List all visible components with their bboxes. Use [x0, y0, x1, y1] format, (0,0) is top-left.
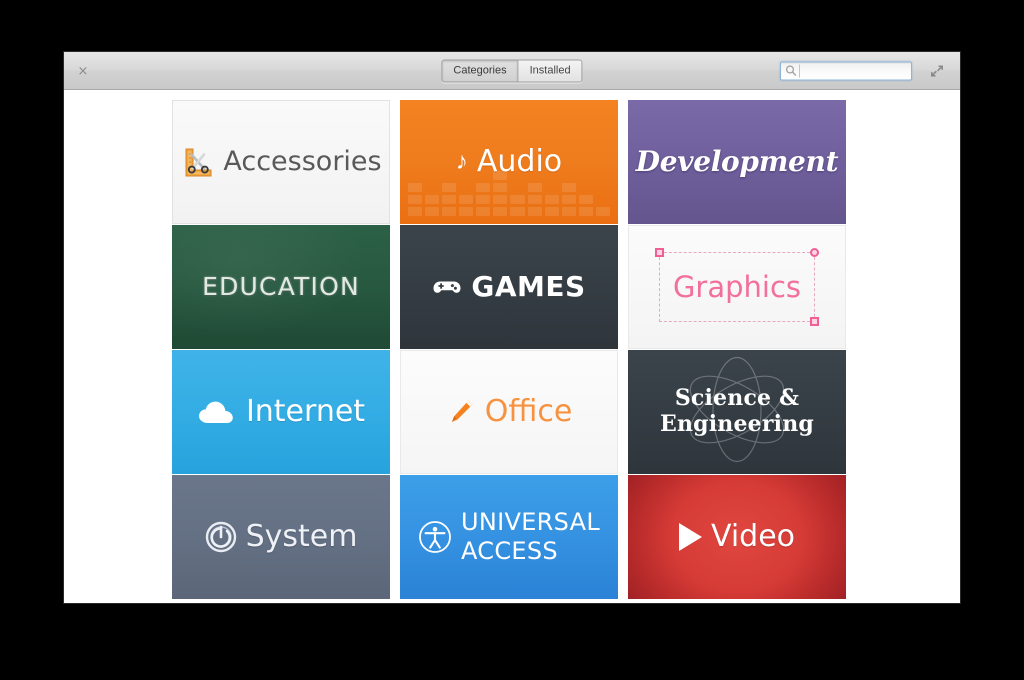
tile-label: UNIVERSAL ACCESS	[460, 508, 601, 565]
tile-label: System	[245, 519, 358, 555]
tile-accessories[interactable]: Accessories	[172, 100, 390, 224]
tile-label: GAMES	[471, 270, 586, 304]
tile-audio[interactable]: ♪ Audio	[400, 100, 618, 224]
screen: × Categories Installed Accessories ♪ Aud…	[0, 0, 1024, 680]
search-input[interactable]	[803, 63, 908, 78]
marquee-handle-top-left	[655, 248, 664, 257]
tile-video[interactable]: Video	[628, 475, 846, 599]
marquee-handle-bottom-right	[810, 317, 819, 326]
search-box[interactable]	[780, 61, 912, 80]
tile-label: Internet	[245, 394, 366, 430]
category-grid: Accessories ♪ Audio Development EDUCATIO…	[172, 100, 852, 599]
gamepad-icon	[432, 276, 462, 298]
content-area: Accessories ♪ Audio Development EDUCATIO…	[64, 90, 960, 603]
tab-categories[interactable]: Categories	[442, 60, 518, 81]
tile-label: Audio	[476, 144, 563, 180]
fullscreen-expand-icon[interactable]	[929, 63, 945, 79]
app-window: × Categories Installed Accessories ♪ Aud…	[64, 52, 960, 603]
ruler-scissors-icon	[180, 145, 214, 179]
marquee-handle-top-right	[810, 248, 819, 257]
tile-label: Video	[710, 519, 796, 555]
search-divider	[799, 64, 800, 77]
accessibility-icon	[418, 520, 452, 554]
tile-graphics[interactable]: Graphics	[628, 225, 846, 349]
tile-label: Development	[635, 145, 839, 179]
tile-education[interactable]: EDUCATION	[172, 225, 390, 349]
tile-games[interactable]: GAMES	[400, 225, 618, 349]
tile-label: Science & Engineering	[659, 385, 815, 437]
tile-label: EDUCATION	[202, 271, 360, 301]
close-icon[interactable]: ×	[76, 64, 90, 78]
tile-internet[interactable]: Internet	[172, 350, 390, 474]
tile-system[interactable]: System	[172, 475, 390, 599]
tile-label: Office	[484, 394, 573, 430]
power-icon	[205, 521, 237, 553]
tile-universal-access[interactable]: UNIVERSAL ACCESS	[400, 475, 618, 599]
view-mode-segmented-control: Categories Installed	[441, 59, 583, 82]
title-bar: × Categories Installed	[64, 52, 960, 90]
tile-science-engineering[interactable]: Science & Engineering	[628, 350, 846, 474]
cloud-icon	[197, 399, 237, 426]
play-icon	[678, 523, 702, 551]
tile-development[interactable]: Development	[628, 100, 846, 224]
pencil-icon	[446, 397, 476, 427]
search-icon	[784, 64, 798, 78]
music-note-icon: ♪	[455, 148, 468, 175]
tile-office[interactable]: Office	[400, 350, 618, 474]
tile-label: Graphics	[672, 269, 802, 304]
tab-installed[interactable]: Installed	[517, 60, 582, 81]
tile-label: Accessories	[223, 145, 382, 177]
